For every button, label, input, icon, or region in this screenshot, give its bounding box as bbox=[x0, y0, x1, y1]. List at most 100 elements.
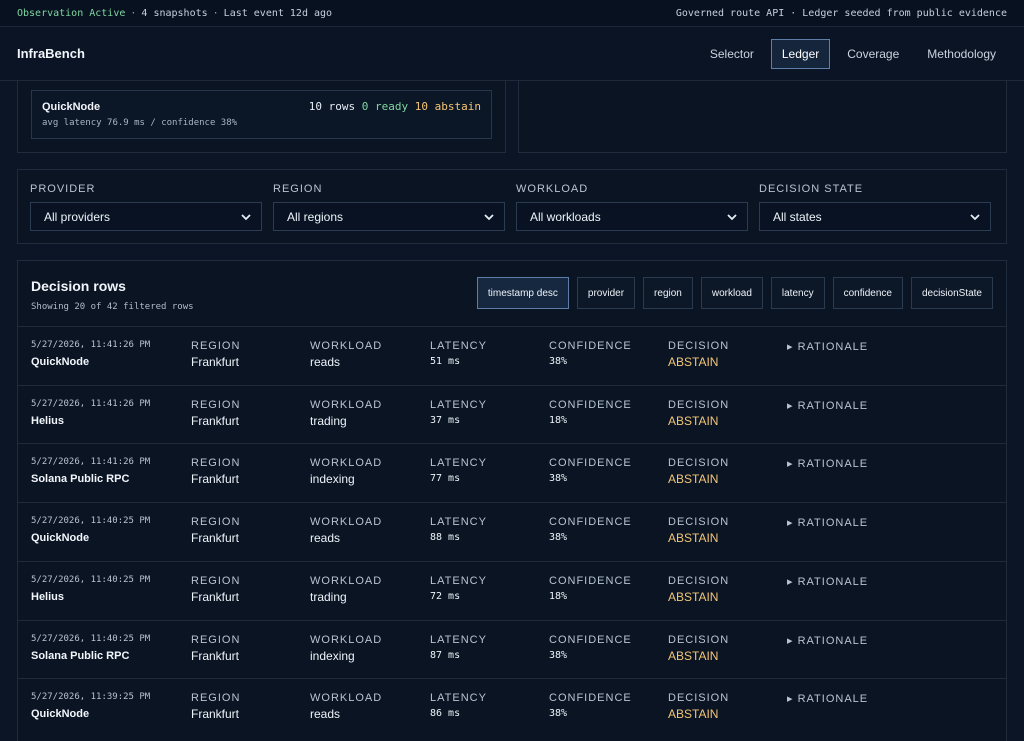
row-region: Frankfurt bbox=[191, 589, 240, 604]
filter-label: PROVIDER bbox=[30, 183, 96, 195]
tab-selector[interactable]: Selector bbox=[699, 39, 765, 69]
tab-ledger[interactable]: Ledger bbox=[770, 38, 831, 69]
row-latency: 88 ms bbox=[430, 532, 461, 544]
provider-card[interactable]: QuickNode 10 rows 0 ready 10 abstain avg… bbox=[31, 90, 492, 139]
rationale-toggle[interactable]: ▸ RATIONALE bbox=[787, 516, 868, 529]
decision-label: DECISION bbox=[668, 633, 730, 646]
latency-label: LATENCY bbox=[430, 340, 487, 352]
filter-panel: PROVIDER All providers REGION All region… bbox=[17, 169, 1007, 244]
row-decision-cell: DECISION ABSTAIN bbox=[668, 692, 729, 721]
table-row[interactable]: 5/27/2026, 11:41:26 PM Solana Public RPC R… bbox=[18, 443, 1006, 502]
table-title: Decision rows bbox=[31, 278, 126, 294]
latency-label: LATENCY bbox=[430, 692, 487, 705]
row-confidence-cell: CONFIDENCE 18% bbox=[549, 575, 632, 602]
row-confidence-cell: CONFIDENCE 38% bbox=[549, 516, 632, 543]
filter-label: DECISION STATE bbox=[759, 183, 864, 195]
select-value: All providers bbox=[44, 209, 111, 224]
decision-state-select[interactable]: All states bbox=[759, 202, 991, 231]
row-count: 10 rows bbox=[308, 100, 356, 113]
row-provider: Solana Public RPC bbox=[31, 649, 130, 662]
sort-timestamp-button[interactable]: timestamp desc bbox=[476, 277, 569, 309]
row-decision: ABSTAIN bbox=[668, 472, 719, 487]
rationale-toggle[interactable]: ▸ RATIONALE bbox=[787, 457, 868, 470]
table-row[interactable]: 5/27/2026, 11:40:25 PM QuickNode REGION Fra… bbox=[18, 502, 1006, 561]
row-workload: reads bbox=[310, 707, 341, 722]
row-latency-cell: LATENCY 37 ms bbox=[430, 399, 487, 426]
workload-label: WORKLOAD bbox=[310, 574, 383, 587]
workload-label: WORKLOAD bbox=[310, 340, 383, 352]
row-decision: ABSTAIN bbox=[668, 355, 719, 369]
tab-coverage[interactable]: Coverage bbox=[836, 39, 910, 69]
select-value: All states bbox=[773, 209, 822, 224]
row-latency: 72 ms bbox=[430, 590, 461, 602]
row-region: Frankfurt bbox=[191, 413, 240, 428]
row-confidence: 38% bbox=[549, 649, 568, 661]
row-region-cell: REGION Frankfurt bbox=[191, 692, 240, 721]
latency-label: LATENCY bbox=[430, 516, 487, 529]
region-select[interactable]: All regions bbox=[273, 202, 505, 231]
row-latency-cell: LATENCY 77 ms bbox=[430, 457, 487, 484]
row-provider: Solana Public RPC bbox=[31, 473, 130, 486]
row-identity: 5/27/2026, 11:39:25 PM QuickNode bbox=[31, 692, 150, 720]
select-value: All workloads bbox=[530, 209, 601, 224]
secondary-summary-panel bbox=[518, 81, 1007, 153]
provider-select[interactable]: All providers bbox=[30, 202, 262, 231]
row-workload: reads bbox=[310, 355, 341, 369]
rationale-toggle[interactable]: ▸ RATIONALE bbox=[787, 634, 868, 647]
decision-label: DECISION bbox=[668, 516, 730, 529]
sort-decision-state-button[interactable]: decisionState bbox=[910, 277, 993, 309]
latency-label: LATENCY bbox=[430, 633, 487, 646]
row-workload-cell: WORKLOAD reads bbox=[310, 340, 382, 369]
decision-label: DECISION bbox=[668, 457, 730, 470]
sort-region-button[interactable]: region bbox=[643, 277, 693, 309]
table-row[interactable]: 5/27/2026, 11:41:26 PM QuickNode REGION Fra… bbox=[18, 326, 1006, 385]
rationale-toggle[interactable]: ▸ RATIONALE bbox=[787, 399, 868, 412]
rationale-toggle[interactable]: ▸ RATIONALE bbox=[787, 340, 868, 353]
row-timestamp: 5/27/2026, 11:40:25 PM bbox=[31, 574, 151, 585]
row-region-cell: REGION Frankfurt bbox=[191, 575, 240, 604]
status-left: Observation Active · 4 snapshots · Last even… bbox=[17, 8, 332, 19]
rationale-toggle[interactable]: ▸ RATIONALE bbox=[787, 575, 868, 588]
brand-logo[interactable]: InfraBench bbox=[17, 46, 85, 61]
chevron-down-icon bbox=[970, 213, 980, 220]
status-bar: Observation Active · 4 snapshots · Last even… bbox=[0, 0, 1024, 27]
row-latency: 86 ms bbox=[430, 708, 461, 720]
row-timestamp: 5/27/2026, 11:40:25 PM bbox=[31, 633, 151, 644]
row-workload-cell: WORKLOAD indexing bbox=[310, 634, 382, 663]
workload-select[interactable]: All workloads bbox=[516, 202, 748, 231]
confidence-label: CONFIDENCE bbox=[549, 692, 632, 705]
region-label: REGION bbox=[191, 457, 241, 470]
row-latency-cell: LATENCY 88 ms bbox=[430, 516, 487, 543]
status-right: Governed route API · Ledger seeded from … bbox=[675, 7, 1007, 19]
row-identity: 5/27/2026, 11:40:25 PM Helius bbox=[31, 575, 150, 603]
sort-latency-button[interactable]: latency bbox=[770, 277, 825, 309]
sort-workload-button[interactable]: workload bbox=[700, 277, 763, 309]
row-confidence: 38% bbox=[549, 532, 568, 544]
row-confidence: 38% bbox=[549, 356, 568, 367]
row-timestamp: 5/27/2026, 11:41:26 PM bbox=[31, 340, 151, 350]
row-identity: 5/27/2026, 11:41:26 PM QuickNode bbox=[31, 340, 150, 368]
confidence-label: CONFIDENCE bbox=[549, 633, 632, 646]
row-latency: 37 ms bbox=[430, 414, 461, 426]
region-label: REGION bbox=[191, 633, 241, 646]
snapshot-count: 4 snapshots bbox=[141, 7, 208, 19]
table-row[interactable]: 5/27/2026, 11:39:25 PM QuickNode REGION Fra… bbox=[18, 678, 1006, 737]
chevron-down-icon bbox=[484, 213, 494, 220]
table-row[interactable]: 5/27/2026, 11:40:25 PM Helius REGION Frankf… bbox=[18, 560, 1006, 620]
table-row[interactable]: 5/27/2026, 11:40:25 PM Solana Public RPC R… bbox=[18, 619, 1006, 679]
rationale-toggle[interactable]: ▸ RATIONALE bbox=[787, 692, 868, 705]
tab-methodology[interactable]: Methodology bbox=[916, 39, 1007, 69]
row-decision-cell: DECISION ABSTAIN bbox=[668, 340, 729, 369]
filter-provider: PROVIDER All providers bbox=[30, 183, 262, 231]
row-region-cell: REGION Frankfurt bbox=[191, 516, 240, 545]
row-latency-cell: LATENCY 87 ms bbox=[430, 634, 487, 661]
workload-label: WORKLOAD bbox=[310, 692, 383, 705]
filter-decision-state: DECISION STATE All states bbox=[759, 183, 991, 231]
region-label: REGION bbox=[191, 574, 241, 587]
row-confidence: 18% bbox=[549, 414, 568, 426]
sort-provider-button[interactable]: provider bbox=[576, 277, 636, 309]
filter-region: REGION All regions bbox=[273, 183, 505, 231]
sort-controls: timestamp desc provider region workload … bbox=[476, 277, 993, 309]
sort-confidence-button[interactable]: confidence bbox=[832, 277, 903, 309]
table-row[interactable]: 5/27/2026, 11:41:26 PM Helius REGION Frankf… bbox=[18, 384, 1006, 444]
